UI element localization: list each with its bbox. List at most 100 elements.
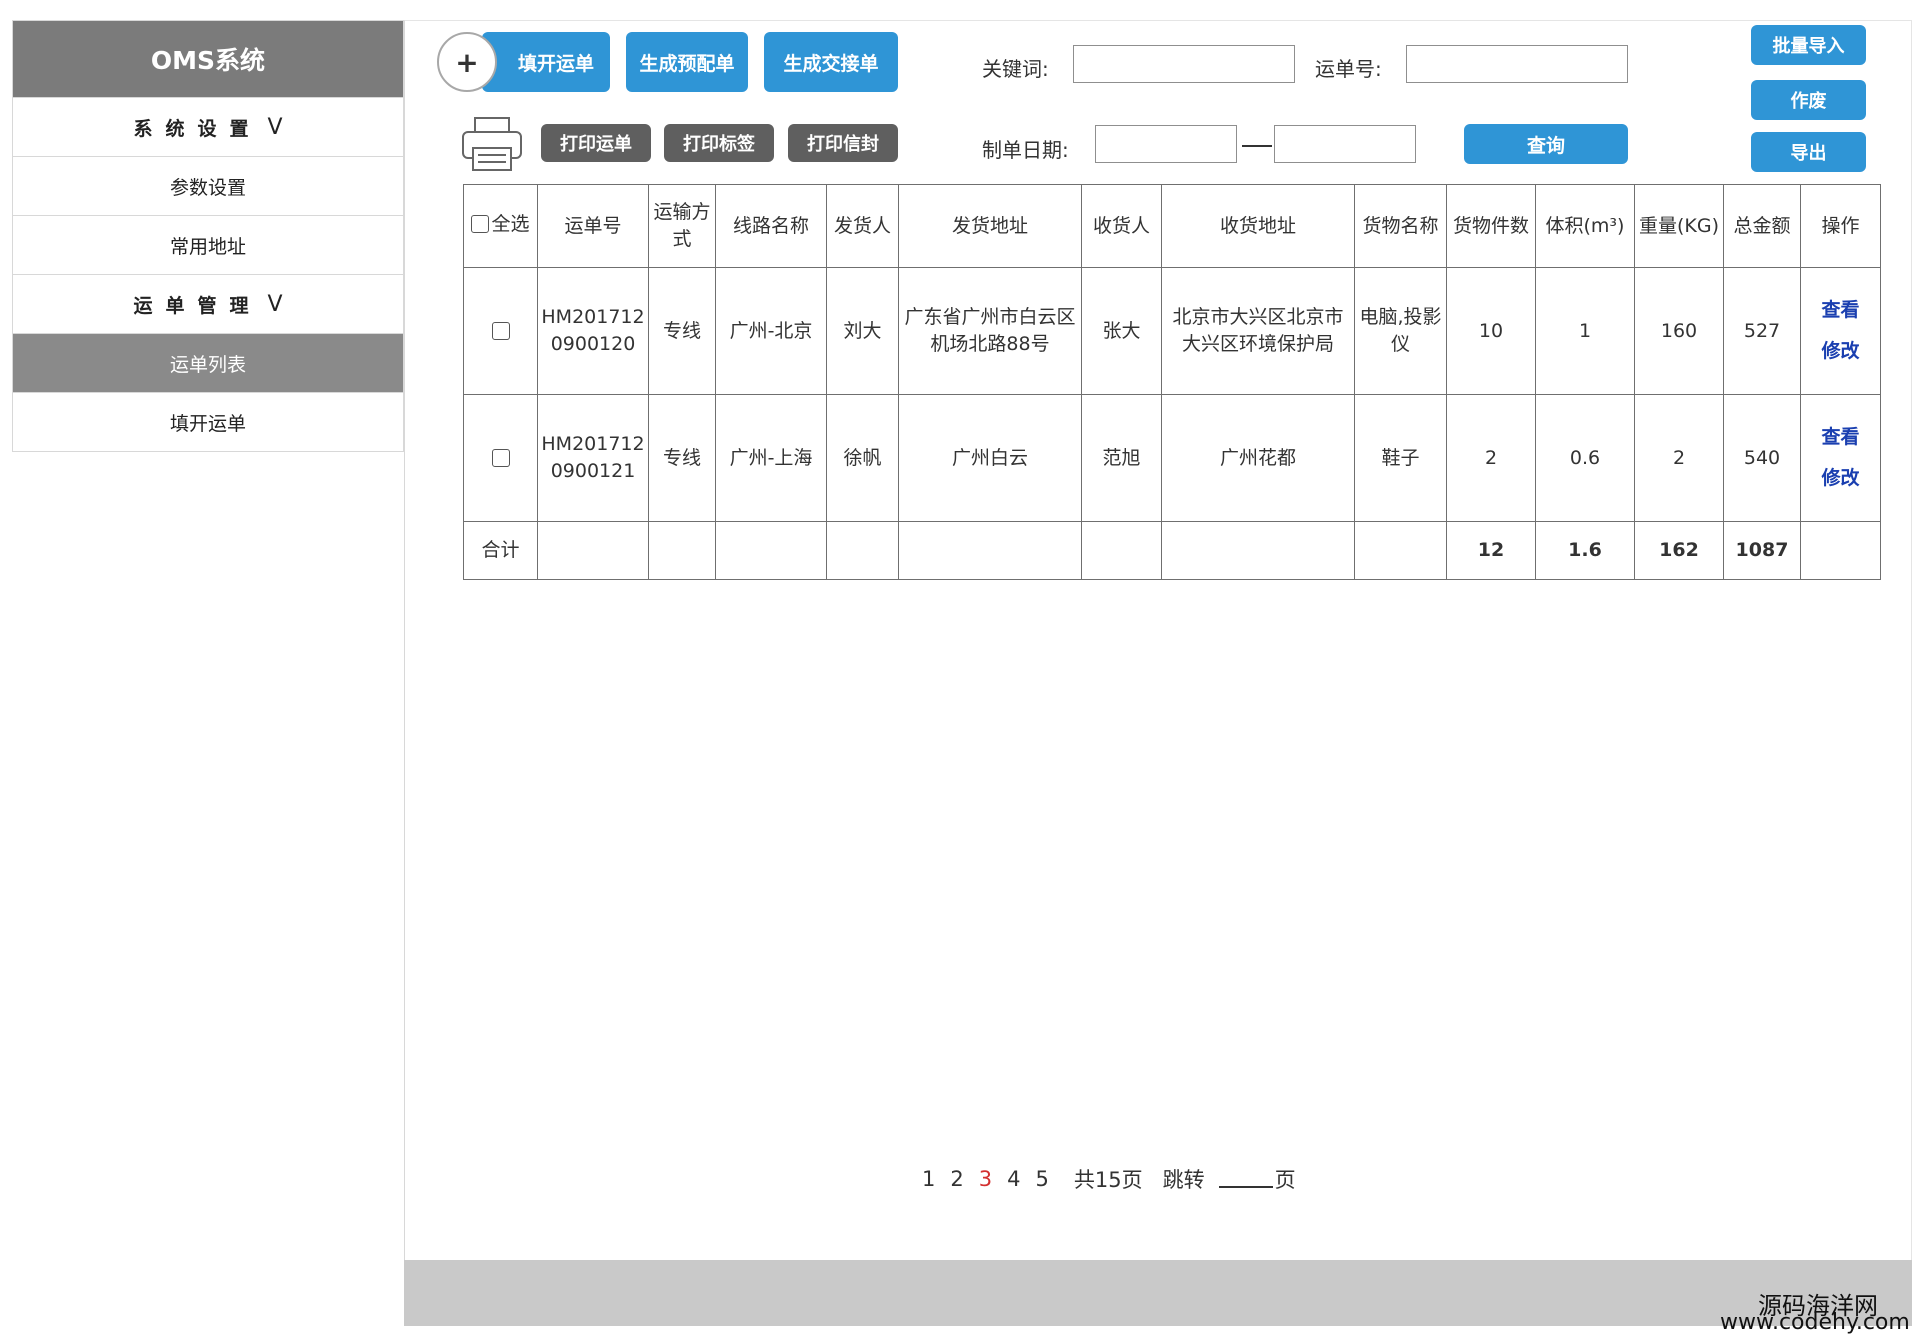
batch-import-button[interactable]: 批量导入	[1751, 25, 1866, 65]
sidebar-group-waybill-management[interactable]: 运单管理 V	[13, 274, 403, 333]
column-header: 总金额	[1723, 184, 1801, 268]
sidebar-item-fill-waybill[interactable]: 填开运单	[13, 392, 403, 451]
column-header: 运输方式	[648, 184, 716, 268]
cell-shipper: 刘大	[826, 267, 899, 395]
page-suffix: 页	[1274, 1168, 1296, 1192]
cell-recv-address: 北京市大兴区北京市大兴区环境保护局	[1161, 267, 1355, 395]
sidebar-item-waybill-list[interactable]: 运单列表	[13, 333, 403, 392]
cell-weight: 2	[1634, 394, 1724, 522]
table-header-row: 全选 运单号 运输方式 线路名称 发货人 发货地址 收货人 收货地址 货物名称 …	[463, 184, 1881, 268]
cell-waybill: HM2017120900121	[537, 394, 649, 522]
cell-ship-address: 广东省广州市白云区机场北路88号	[898, 267, 1082, 395]
print-label-button[interactable]: 打印标签	[664, 124, 774, 162]
printer-icon[interactable]	[461, 116, 523, 172]
column-header: 发货人	[826, 184, 899, 268]
waybill-number-input[interactable]	[1406, 45, 1628, 83]
cell-route: 广州-北京	[715, 267, 827, 395]
summary-weight: 162	[1634, 521, 1724, 580]
sidebar-item-params[interactable]: 参数设置	[13, 156, 403, 215]
edit-link[interactable]: 修改	[1803, 465, 1878, 492]
keyword-label: 关键词:	[982, 57, 1049, 81]
summary-pieces: 12	[1446, 521, 1536, 580]
fill-waybill-button[interactable]: 填开运单	[482, 32, 610, 92]
select-all-label: 全选	[491, 213, 530, 236]
column-header: 货物名称	[1354, 184, 1447, 268]
view-link[interactable]: 查看	[1803, 424, 1878, 451]
app-title: OMS系统	[13, 21, 403, 97]
print-envelope-button[interactable]: 打印信封	[788, 124, 898, 162]
cell-transport: 专线	[648, 267, 716, 395]
plus-icon[interactable]: +	[437, 32, 497, 92]
total-pages: 共15页	[1073, 1168, 1143, 1192]
page-link-1[interactable]: 1	[922, 1167, 935, 1191]
date-from-input[interactable]	[1095, 125, 1237, 163]
query-button[interactable]: 查询	[1464, 124, 1628, 164]
summary-volume: 1.6	[1535, 521, 1635, 580]
generate-handover-button[interactable]: 生成交接单	[764, 32, 898, 92]
column-header: 收货地址	[1161, 184, 1355, 268]
jump-page-input[interactable]	[1218, 1170, 1273, 1188]
summary-empty	[648, 521, 716, 580]
watermark-url: www.codehy.com	[1720, 1310, 1910, 1335]
table-row: HM2017120900120 专线 广州-北京 刘大 广东省广州市白云区机场北…	[463, 267, 1881, 395]
keyword-input[interactable]	[1073, 45, 1295, 83]
row-checkbox-cell	[463, 394, 538, 522]
column-header: 发货地址	[898, 184, 1082, 268]
waybill-number-label: 运单号:	[1315, 57, 1382, 81]
summary-empty	[1081, 521, 1162, 580]
export-button[interactable]: 导出	[1751, 132, 1866, 172]
view-link[interactable]: 查看	[1803, 297, 1878, 324]
cell-route: 广州-上海	[715, 394, 827, 522]
cell-consignee: 张大	[1081, 267, 1162, 395]
page-link-5[interactable]: 5	[1036, 1167, 1049, 1191]
date-to-input[interactable]	[1274, 125, 1416, 163]
summary-amount: 1087	[1723, 521, 1801, 580]
create-date-label: 制单日期:	[982, 138, 1069, 162]
cell-pieces: 2	[1446, 394, 1536, 522]
summary-empty	[715, 521, 827, 580]
cell-volume: 0.6	[1535, 394, 1635, 522]
generate-preassign-button[interactable]: 生成预配单	[626, 32, 748, 92]
table-row: HM2017120900121 专线 广州-上海 徐帆 广州白云 范旭 广州花都…	[463, 394, 1881, 522]
row-checkbox[interactable]	[491, 449, 510, 468]
cell-amount: 527	[1723, 267, 1801, 395]
jump-label: 跳转	[1162, 1168, 1205, 1192]
summary-empty	[1161, 521, 1355, 580]
summary-empty	[537, 521, 649, 580]
row-checkbox[interactable]	[491, 322, 510, 341]
select-all-header[interactable]: 全选	[463, 184, 538, 268]
summary-row: 合计 12 1.6 162 1087	[463, 521, 1881, 580]
page-link-4[interactable]: 4	[1007, 1167, 1020, 1191]
summary-label: 合计	[463, 521, 538, 580]
column-header: 收货人	[1081, 184, 1162, 268]
sidebar-group-system-settings[interactable]: 系统设置 V	[13, 97, 403, 156]
date-range-dash	[1242, 145, 1272, 147]
column-header: 线路名称	[715, 184, 827, 268]
sidebar: OMS系统 系统设置 V 参数设置 常用地址 运单管理 V 运单列表 填开运单	[12, 20, 404, 452]
column-header: 货物件数	[1446, 184, 1536, 268]
cell-pieces: 10	[1446, 267, 1536, 395]
sidebar-item-addresses[interactable]: 常用地址	[13, 215, 403, 274]
column-header: 运单号	[537, 184, 649, 268]
page-link-2[interactable]: 2	[950, 1167, 963, 1191]
cell-volume: 1	[1535, 267, 1635, 395]
print-waybill-button[interactable]: 打印运单	[541, 124, 651, 162]
cell-amount: 540	[1723, 394, 1801, 522]
sidebar-group-label: 系统设置	[133, 117, 262, 140]
summary-empty	[898, 521, 1082, 580]
void-button[interactable]: 作废	[1751, 80, 1866, 120]
footer-bar	[404, 1260, 1912, 1326]
summary-empty	[1800, 521, 1881, 580]
summary-empty	[1354, 521, 1447, 580]
summary-empty	[826, 521, 899, 580]
waybill-table: 全选 运单号 运输方式 线路名称 发货人 发货地址 收货人 收货地址 货物名称 …	[463, 184, 1881, 580]
row-checkbox-cell	[463, 267, 538, 395]
cell-actions: 查看 修改	[1800, 267, 1881, 395]
cell-transport: 专线	[648, 394, 716, 522]
cell-waybill: HM2017120900120	[537, 267, 649, 395]
edit-link[interactable]: 修改	[1803, 338, 1878, 365]
column-header: 体积(m³)	[1535, 184, 1635, 268]
select-all-checkbox[interactable]	[471, 215, 490, 234]
cell-ship-address: 广州白云	[898, 394, 1082, 522]
page-link-3-current[interactable]: 3	[979, 1167, 992, 1191]
